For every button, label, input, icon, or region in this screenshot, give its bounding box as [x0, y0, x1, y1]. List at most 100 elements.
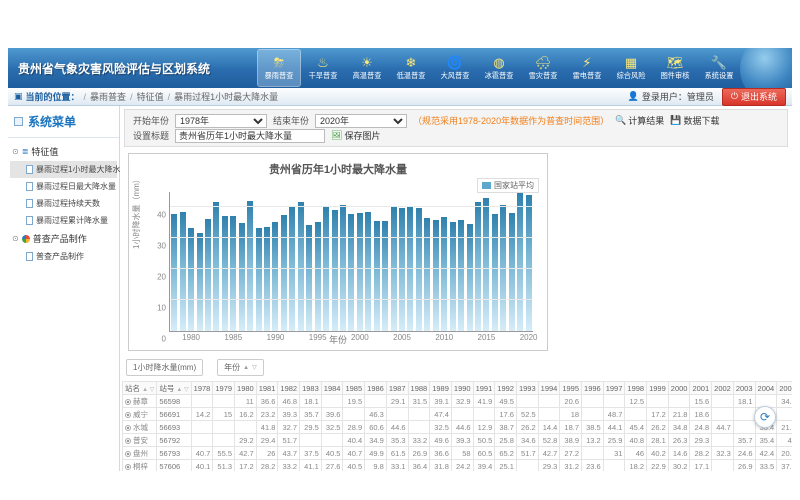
- breadcrumb-item[interactable]: 暴雨普查: [90, 92, 126, 102]
- col-header-year-2004[interactable]: 2004: [755, 382, 777, 395]
- col-header-year-1990[interactable]: 1990: [451, 382, 473, 395]
- bar-1994[interactable]: [306, 225, 312, 331]
- table-row[interactable]: 威宁5669114.21516.223.239.335.739.646.347.…: [123, 408, 793, 421]
- refresh-button[interactable]: ⟳: [754, 406, 776, 428]
- breadcrumb-item[interactable]: 特征值: [137, 92, 164, 102]
- bar-1993[interactable]: [298, 202, 304, 331]
- bar-2020[interactable]: [526, 195, 532, 331]
- col-header-year-1997[interactable]: 1997: [603, 382, 625, 395]
- row-select-radio[interactable]: [125, 412, 131, 418]
- logout-button[interactable]: ⏻ 退出系统: [722, 88, 786, 106]
- col-header-year-1996[interactable]: 1996: [582, 382, 604, 395]
- table-row[interactable]: 赫章565981136.646.818.119.529.131.539.132.…: [123, 395, 793, 408]
- table-row[interactable]: 普安5679229.229.451.740.434.935.333.249.63…: [123, 434, 793, 447]
- bar-2016[interactable]: [492, 214, 498, 331]
- bar-1978[interactable]: [171, 214, 177, 331]
- chart-title-input[interactable]: [175, 129, 325, 143]
- breadcrumb-item[interactable]: 暴雨过程1小时最大降水量: [174, 92, 278, 102]
- bar-2004[interactable]: [391, 207, 397, 331]
- col-header-year-1979[interactable]: 1979: [213, 382, 235, 395]
- nav-item-wind[interactable]: 🌀 大风普查: [434, 50, 476, 86]
- bar-1981[interactable]: [197, 233, 203, 331]
- bar-1997[interactable]: [332, 210, 338, 331]
- chart-legend[interactable]: 国家站平均: [477, 178, 539, 193]
- bar-2014[interactable]: [475, 202, 481, 331]
- nav-item-risk-calculator[interactable]: ▦ 综合风险: [610, 50, 652, 86]
- row-select-radio[interactable]: [125, 464, 131, 470]
- expander-icon[interactable]: ⊙: [12, 234, 19, 243]
- bar-2008[interactable]: [424, 218, 430, 331]
- bar-1987[interactable]: [247, 201, 253, 331]
- nav-item-hail[interactable]: ◍ 冰雹普查: [478, 50, 520, 86]
- table-row[interactable]: 水城5669341.832.729.532.528.960.644.632.54…: [123, 421, 793, 434]
- year-column-chip[interactable]: 年份 ▲ ▽: [217, 359, 264, 376]
- row-select-radio[interactable]: [125, 425, 131, 431]
- nav-item-map-review[interactable]: 🗺 图件审核: [654, 50, 696, 86]
- bar-2000[interactable]: [357, 213, 363, 331]
- bar-2005[interactable]: [399, 208, 405, 331]
- sidebar-item-暴雨过程日最大降水量[interactable]: 暴雨过程日最大降水量: [10, 178, 117, 195]
- bar-1979[interactable]: [180, 212, 186, 331]
- bar-2001[interactable]: [365, 212, 371, 331]
- col-header-year-2000[interactable]: 2000: [668, 382, 690, 395]
- bar-1980[interactable]: [188, 228, 194, 331]
- nav-item-settings[interactable]: 🔧 系统设置: [698, 50, 740, 86]
- nav-item-drought[interactable]: ♨ 干旱普查: [302, 50, 344, 86]
- end-year-select[interactable]: 2020年: [315, 114, 407, 128]
- col-header-year-1995[interactable]: 1995: [560, 382, 582, 395]
- col-header-year-1987[interactable]: 1987: [386, 382, 408, 395]
- bar-1988[interactable]: [256, 228, 262, 331]
- expander-icon[interactable]: ⊙: [12, 147, 19, 156]
- calculate-button[interactable]: 🔍 计算结果: [615, 114, 664, 127]
- col-header-year-1983[interactable]: 1983: [300, 382, 322, 395]
- start-year-select[interactable]: 1978年: [175, 114, 267, 128]
- col-header-year-2005[interactable]: 2005: [777, 382, 792, 395]
- col-header-year-1981[interactable]: 1981: [256, 382, 278, 395]
- nav-item-lightning[interactable]: ⚡ 雷电普查: [566, 50, 608, 86]
- col-header-year-1991[interactable]: 1991: [473, 382, 495, 395]
- bar-1984[interactable]: [222, 216, 228, 331]
- bar-1983[interactable]: [213, 202, 219, 331]
- col-header-year-1986[interactable]: 1986: [365, 382, 387, 395]
- bar-2006[interactable]: [407, 207, 413, 331]
- sidebar-item-普查产品制作[interactable]: 普查产品制作: [10, 248, 117, 265]
- bar-2013[interactable]: [467, 224, 473, 331]
- col-header-year-1999[interactable]: 1999: [647, 382, 669, 395]
- col-header-station[interactable]: 站名 ▲ ▽: [123, 382, 157, 395]
- bar-1990[interactable]: [272, 222, 278, 331]
- nav-item-high-temp[interactable]: ☀ 高温普查: [346, 50, 388, 86]
- bar-1991[interactable]: [281, 215, 287, 331]
- bar-1989[interactable]: [264, 227, 270, 331]
- col-header-station-id[interactable]: 站号 ▲ ▽: [157, 382, 191, 395]
- bar-1985[interactable]: [230, 216, 236, 331]
- col-header-year-1993[interactable]: 1993: [516, 382, 538, 395]
- nav-item-rainstorm[interactable]: ⛈ 暴雨普查: [258, 50, 300, 86]
- row-select-radio[interactable]: [125, 451, 131, 457]
- bar-2011[interactable]: [450, 222, 456, 331]
- col-header-year-1992[interactable]: 1992: [495, 382, 517, 395]
- sidebar-item-暴雨过程持续天数[interactable]: 暴雨过程持续天数: [10, 195, 117, 212]
- table-row[interactable]: 桐梓5760640.151.317.228.233.241.127.640.59…: [123, 460, 793, 472]
- col-header-year-1978[interactable]: 1978: [191, 382, 213, 395]
- col-header-year-2002[interactable]: 2002: [712, 382, 734, 395]
- bar-1995[interactable]: [315, 222, 321, 331]
- nav-item-snow[interactable]: 🌨 雪灾普查: [522, 50, 564, 86]
- bar-1999[interactable]: [348, 214, 354, 331]
- col-header-year-1989[interactable]: 1989: [430, 382, 452, 395]
- sidebar-item-暴雨过程累计降水量[interactable]: 暴雨过程累计降水量: [10, 212, 117, 229]
- col-header-year-1985[interactable]: 1985: [343, 382, 365, 395]
- bar-2010[interactable]: [441, 217, 447, 331]
- sidebar-item-暴雨过程1小时最大降水量[interactable]: 暴雨过程1小时最大降水量: [10, 161, 117, 178]
- save-image-button[interactable]: 🖼 保存图片: [331, 129, 380, 142]
- bar-2007[interactable]: [416, 208, 422, 331]
- col-header-year-2001[interactable]: 2001: [690, 382, 712, 395]
- row-select-radio[interactable]: [125, 438, 131, 444]
- station-data-table-wrap[interactable]: 站名 ▲ ▽站号 ▲ ▽1978197919801981198219831984…: [122, 381, 792, 471]
- col-header-year-1982[interactable]: 1982: [278, 382, 300, 395]
- col-header-year-1988[interactable]: 1988: [408, 382, 430, 395]
- bar-1996[interactable]: [323, 207, 329, 331]
- row-select-radio[interactable]: [125, 399, 131, 405]
- download-button[interactable]: 💾 数据下载: [670, 114, 719, 127]
- col-header-year-1998[interactable]: 1998: [625, 382, 647, 395]
- col-header-year-1994[interactable]: 1994: [538, 382, 560, 395]
